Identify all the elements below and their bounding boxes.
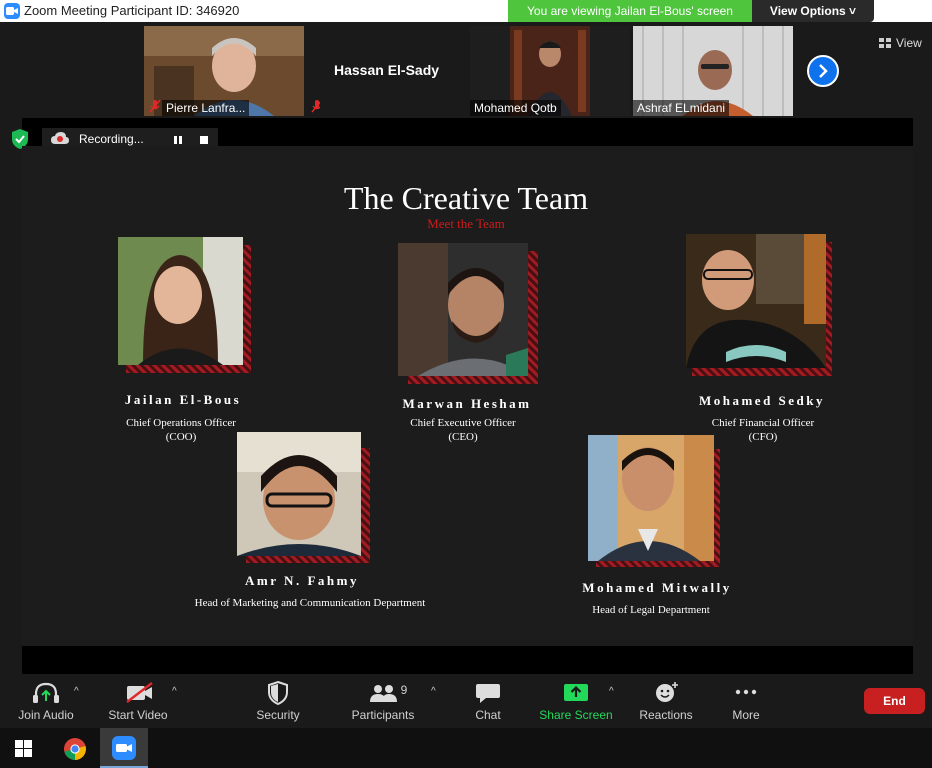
- member-name: Jailan El-Bous: [124, 392, 242, 407]
- join-audio-label: Join Audio: [18, 708, 74, 722]
- participants-options-caret[interactable]: ^: [431, 686, 436, 697]
- headphones-icon: [33, 682, 59, 703]
- member-role-title: Chief Financial Officer: [711, 417, 815, 429]
- chat-bubble-icon: [476, 684, 500, 703]
- security-button[interactable]: [260, 680, 296, 706]
- portrait-image: [588, 435, 714, 561]
- audio-options-caret[interactable]: ^: [74, 686, 79, 697]
- portrait-image: [118, 237, 243, 365]
- view-label: View: [896, 36, 922, 50]
- ellipsis-icon: [735, 689, 757, 695]
- viewing-screen-banner: You are viewing Jailan El-Bous' screen: [508, 0, 752, 22]
- video-options-caret[interactable]: ^: [172, 686, 177, 697]
- member-role-title: Head of Marketing and Communication Depa…: [194, 597, 426, 609]
- video-tile-qotb[interactable]: Mohamed Qotb: [470, 26, 630, 116]
- stop-recording-icon[interactable]: [198, 134, 210, 146]
- next-page-button[interactable]: [807, 55, 839, 87]
- zoom-app-icon: [4, 3, 20, 19]
- shared-screen-bottom-border: [22, 646, 913, 674]
- reactions-button[interactable]: [648, 680, 684, 706]
- view-options-button[interactable]: View Options ˅: [752, 0, 874, 22]
- zoom-taskbar-button[interactable]: [100, 728, 148, 768]
- member-role-title: Chief Operations Officer: [126, 417, 236, 429]
- share-options-caret[interactable]: ^: [609, 686, 614, 697]
- participants-count: 9: [400, 683, 408, 697]
- slide-title: The Creative Team: [343, 180, 589, 216]
- participant-name: Hassan El-Sady: [334, 62, 440, 78]
- more-button[interactable]: [728, 680, 764, 706]
- member-name: Marwan Hesham: [402, 396, 532, 411]
- recording-label: Recording...: [79, 132, 144, 146]
- start-video-label: Start Video: [108, 708, 168, 722]
- chat-button[interactable]: [470, 680, 506, 706]
- chrome-taskbar-icon[interactable]: [63, 737, 87, 761]
- end-meeting-button[interactable]: End: [864, 688, 925, 714]
- video-tile-ashraf[interactable]: Ashraf ELmidani: [633, 26, 793, 116]
- participant-name: Ashraf ELmidani: [633, 100, 730, 116]
- portrait-image: [237, 432, 361, 556]
- participants-label: Participants: [351, 708, 415, 722]
- member-role: Head of Marketing and Communication Depa…: [180, 596, 440, 610]
- cloud-recording-icon: [51, 132, 69, 144]
- participant-name: Mohamed Qotb: [470, 100, 561, 116]
- window-title: Zoom Meeting Participant ID: 346920: [24, 3, 240, 18]
- slide-subtitle: Meet the Team: [427, 216, 505, 231]
- zoom-taskbar-icon: [112, 736, 136, 760]
- share-screen-label: Share Screen: [539, 708, 613, 722]
- pause-recording-icon[interactable]: [172, 134, 184, 146]
- chat-label: Chat: [475, 708, 501, 722]
- participants-icon: [370, 685, 397, 702]
- reactions-label: Reactions: [639, 708, 693, 722]
- chevron-right-icon: [819, 64, 828, 78]
- join-audio-button[interactable]: [28, 680, 64, 706]
- start-video-button[interactable]: [122, 680, 158, 706]
- member-name: Mohamed Mitwally: [582, 580, 732, 595]
- smiley-icon: [656, 682, 678, 702]
- security-label: Security: [256, 708, 300, 722]
- member-name: Mohamed Sedky: [698, 393, 826, 408]
- portrait-image: [686, 234, 826, 368]
- portrait-image: [398, 243, 528, 376]
- member-role-abbr: (CEO): [448, 431, 478, 443]
- windows-start-icon[interactable]: [15, 740, 32, 757]
- member-role: Head of Legal Department: [566, 603, 736, 617]
- participant-name: Pierre Lanfra...: [162, 100, 250, 116]
- muted-mic-icon: [149, 99, 161, 113]
- video-tile-pierre[interactable]: Pierre Lanfra...: [144, 26, 304, 116]
- grid-icon: [879, 38, 891, 48]
- member-role-title: Chief Executive Officer: [410, 417, 516, 429]
- share-screen-button[interactable]: [558, 680, 594, 706]
- video-off-icon: [126, 682, 153, 703]
- share-screen-icon: [564, 684, 588, 701]
- participants-button[interactable]: [366, 680, 402, 706]
- view-layout-button[interactable]: View: [872, 32, 928, 54]
- video-tile-hassan[interactable]: Hassan El-Sady: [320, 26, 464, 116]
- member-role-title: Head of Legal Department: [592, 604, 710, 616]
- shield-icon: [268, 680, 288, 706]
- member-name: Amr N. Fahmy: [245, 573, 359, 588]
- more-label: More: [732, 708, 760, 722]
- member-role: Chief Executive Officer (CEO): [378, 416, 548, 444]
